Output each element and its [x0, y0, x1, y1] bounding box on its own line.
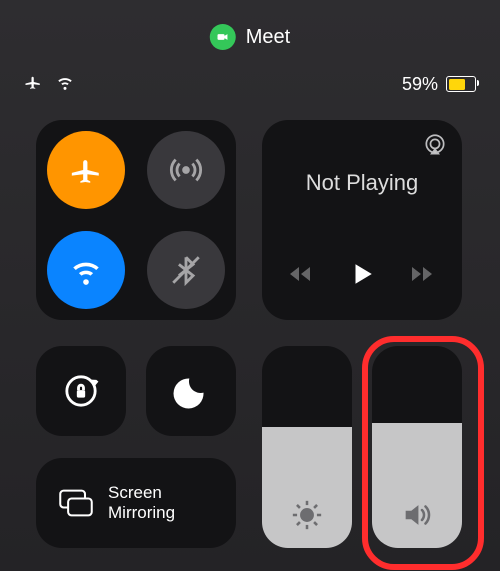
bluetooth-toggle[interactable] — [147, 231, 225, 309]
orientation-lock-toggle[interactable] — [36, 346, 126, 436]
brightness-slider[interactable] — [262, 346, 352, 548]
do-not-disturb-toggle[interactable] — [146, 346, 236, 436]
screen-mirroring-label: Screen Mirroring — [108, 483, 175, 522]
airplay-icon[interactable] — [422, 132, 448, 163]
volume-slider[interactable] — [372, 346, 462, 548]
screen-mirroring-icon — [58, 488, 94, 518]
rewind-button[interactable] — [289, 264, 315, 289]
airplane-mode-toggle[interactable] — [47, 131, 125, 209]
screen-mirroring-button[interactable]: Screen Mirroring — [36, 458, 236, 548]
now-playing-text: Not Playing — [262, 170, 462, 196]
volume-icon — [372, 498, 462, 532]
play-button[interactable] — [349, 259, 375, 294]
brightness-icon — [262, 498, 352, 532]
cellular-data-toggle[interactable] — [147, 131, 225, 209]
battery-icon — [446, 76, 476, 92]
active-app-name: Meet — [246, 26, 290, 49]
wifi-toggle[interactable] — [47, 231, 125, 309]
airplane-mode-status-icon — [24, 73, 42, 96]
fast-forward-button[interactable] — [409, 264, 435, 289]
status-bar: 59% — [0, 72, 500, 96]
camera-active-icon — [210, 24, 236, 50]
wifi-status-icon — [56, 73, 74, 96]
media-tile[interactable]: Not Playing — [262, 120, 462, 320]
connectivity-tile — [36, 120, 236, 320]
active-app-pill[interactable]: Meet — [210, 24, 290, 50]
battery-percent-text: 59% — [402, 74, 438, 95]
